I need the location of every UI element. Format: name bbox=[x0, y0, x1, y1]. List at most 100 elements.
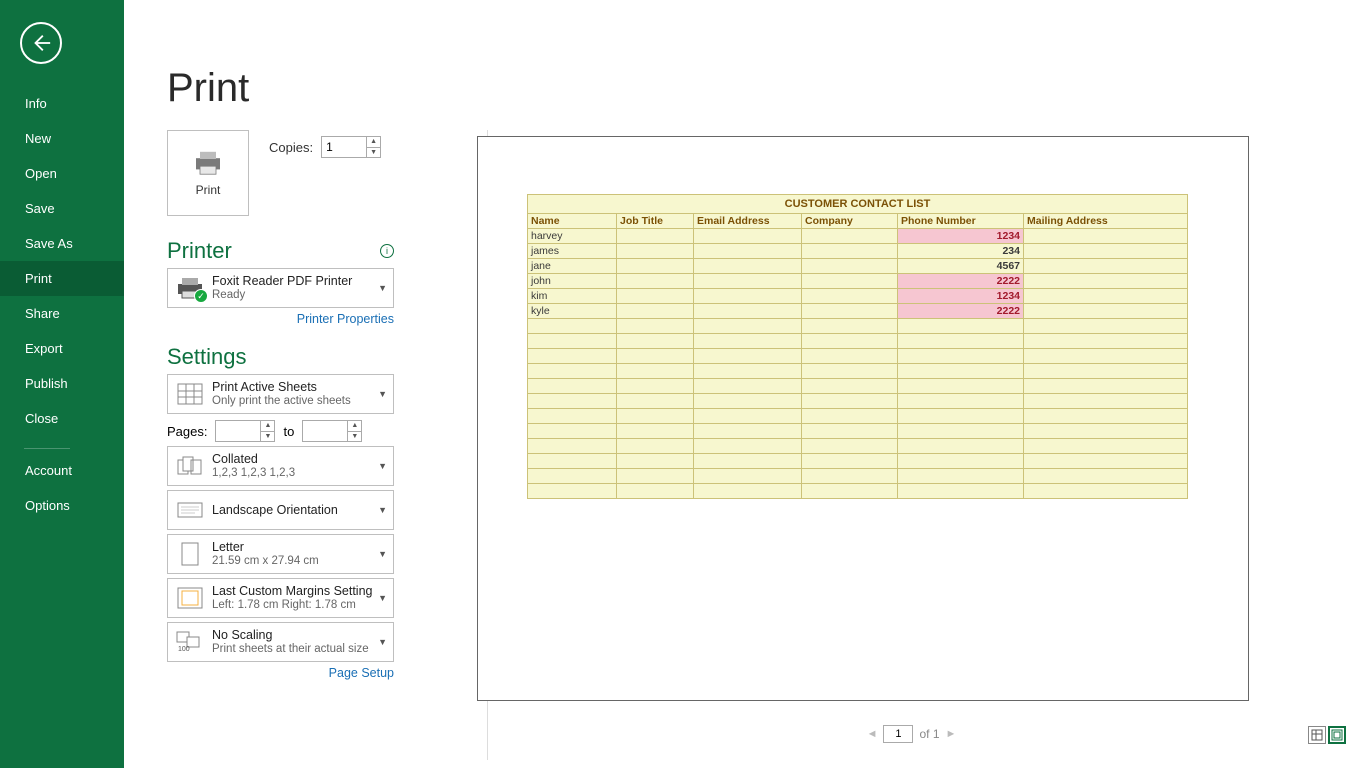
table-cell bbox=[694, 454, 802, 469]
table-cell bbox=[528, 394, 617, 409]
page-setup-link[interactable]: Page Setup bbox=[167, 666, 394, 680]
collate-dropdown[interactable]: Collated1,2,3 1,2,3 1,2,3 ▼ bbox=[167, 446, 394, 486]
back-button[interactable] bbox=[20, 22, 62, 64]
preview-view-tools bbox=[1308, 726, 1346, 744]
nav-item-account[interactable]: Account bbox=[0, 453, 124, 488]
orientation-title: Landscape Orientation bbox=[212, 503, 338, 518]
nav-item-new[interactable]: New bbox=[0, 121, 124, 156]
zoom-to-page-button[interactable] bbox=[1328, 726, 1346, 744]
table-cell bbox=[802, 319, 898, 334]
pages-to-down[interactable]: ▼ bbox=[348, 432, 361, 442]
column-header: Job Title bbox=[617, 214, 694, 229]
table-cell bbox=[617, 274, 694, 289]
nav-item-info[interactable]: Info bbox=[0, 86, 124, 121]
orientation-dropdown[interactable]: Landscape Orientation ▼ bbox=[167, 490, 394, 530]
chevron-down-icon: ▼ bbox=[378, 389, 387, 399]
table-cell: kim bbox=[528, 289, 617, 304]
print-button-label: Print bbox=[196, 183, 221, 197]
table-row bbox=[528, 394, 1188, 409]
table-cell bbox=[694, 274, 802, 289]
nav-item-print[interactable]: Print bbox=[0, 261, 124, 296]
scope-title: Print Active Sheets bbox=[212, 380, 351, 395]
table-cell bbox=[694, 364, 802, 379]
table-cell bbox=[802, 439, 898, 454]
print-button[interactable]: Print bbox=[167, 130, 249, 216]
prev-page-icon[interactable]: ◄ bbox=[867, 728, 878, 740]
pages-from-stepper[interactable]: ▲▼ bbox=[215, 420, 275, 442]
table-cell bbox=[694, 229, 802, 244]
copies-up[interactable]: ▲ bbox=[367, 137, 380, 148]
nav-item-share[interactable]: Share bbox=[0, 296, 124, 331]
scaling-dropdown[interactable]: 100 No ScalingPrint sheets at their actu… bbox=[167, 622, 394, 662]
pages-to-stepper[interactable]: ▲▼ bbox=[302, 420, 362, 442]
nav-item-save-as[interactable]: Save As bbox=[0, 226, 124, 261]
nav-item-options[interactable]: Options bbox=[0, 488, 124, 523]
table-cell bbox=[694, 424, 802, 439]
table-row bbox=[528, 439, 1188, 454]
nav-item-export[interactable]: Export bbox=[0, 331, 124, 366]
info-icon[interactable]: i bbox=[380, 244, 394, 258]
table-cell bbox=[528, 484, 617, 499]
table-cell bbox=[1024, 379, 1188, 394]
printer-properties-link[interactable]: Printer Properties bbox=[167, 312, 394, 326]
table-cell bbox=[617, 289, 694, 304]
table-cell bbox=[898, 409, 1024, 424]
table-cell bbox=[694, 394, 802, 409]
table-cell bbox=[1024, 334, 1188, 349]
margins-dropdown[interactable]: Last Custom Margins SettingLeft: 1.78 cm… bbox=[167, 578, 394, 618]
paper-size-dropdown[interactable]: Letter21.59 cm x 27.94 cm ▼ bbox=[167, 534, 394, 574]
table-cell bbox=[898, 454, 1024, 469]
table-cell bbox=[1024, 319, 1188, 334]
nav-item-close[interactable]: Close bbox=[0, 401, 124, 436]
copies-down[interactable]: ▼ bbox=[367, 148, 380, 158]
table-cell bbox=[898, 349, 1024, 364]
chevron-down-icon: ▼ bbox=[378, 637, 387, 647]
table-cell bbox=[1024, 274, 1188, 289]
next-page-icon[interactable]: ► bbox=[946, 728, 957, 740]
margins-icon bbox=[177, 587, 203, 609]
collate-title: Collated bbox=[212, 452, 295, 467]
nav-item-open[interactable]: Open bbox=[0, 156, 124, 191]
table-cell: 234 bbox=[898, 244, 1024, 259]
table-cell bbox=[1024, 244, 1188, 259]
table-cell bbox=[802, 349, 898, 364]
nav-footer: AccountOptions bbox=[0, 453, 124, 523]
show-margins-button[interactable] bbox=[1308, 726, 1326, 744]
table-cell bbox=[528, 364, 617, 379]
table-cell bbox=[617, 259, 694, 274]
table-cell bbox=[898, 424, 1024, 439]
copies-input[interactable] bbox=[322, 140, 362, 154]
table-row bbox=[528, 379, 1188, 394]
pages-from-down[interactable]: ▼ bbox=[261, 432, 274, 442]
table-cell bbox=[802, 244, 898, 259]
table-cell bbox=[1024, 409, 1188, 424]
table-row bbox=[528, 484, 1188, 499]
pages-to-up[interactable]: ▲ bbox=[348, 421, 361, 432]
pages-to-input[interactable] bbox=[303, 424, 343, 438]
table-cell bbox=[617, 319, 694, 334]
table-cell bbox=[528, 379, 617, 394]
copies-stepper[interactable]: ▲▼ bbox=[321, 136, 381, 158]
page-number-input[interactable] bbox=[883, 725, 913, 743]
table-cell bbox=[617, 379, 694, 394]
preview-page-nav: ◄ of 1 ► bbox=[477, 724, 1346, 744]
printer-dropdown[interactable]: ✓ Foxit Reader PDF PrinterReady ▼ bbox=[167, 268, 394, 308]
print-scope-dropdown[interactable]: Print Active SheetsOnly print the active… bbox=[167, 374, 394, 414]
table-row bbox=[528, 364, 1188, 379]
nav-item-publish[interactable]: Publish bbox=[0, 366, 124, 401]
scaling-sub: Print sheets at their actual size bbox=[212, 643, 369, 657]
nav-separator bbox=[24, 448, 70, 449]
pages-from-up[interactable]: ▲ bbox=[261, 421, 274, 432]
nav-item-save[interactable]: Save bbox=[0, 191, 124, 226]
table-cell bbox=[898, 469, 1024, 484]
table-title: CUSTOMER CONTACT LIST bbox=[528, 195, 1188, 214]
table-cell bbox=[802, 379, 898, 394]
table-cell bbox=[802, 289, 898, 304]
printer-name: Foxit Reader PDF Printer bbox=[212, 274, 352, 289]
grid-icon bbox=[177, 383, 203, 405]
table-cell: 1234 bbox=[898, 229, 1024, 244]
pages-from-input[interactable] bbox=[216, 424, 256, 438]
table-cell bbox=[898, 379, 1024, 394]
chevron-down-icon: ▼ bbox=[378, 505, 387, 515]
table-cell bbox=[898, 334, 1024, 349]
